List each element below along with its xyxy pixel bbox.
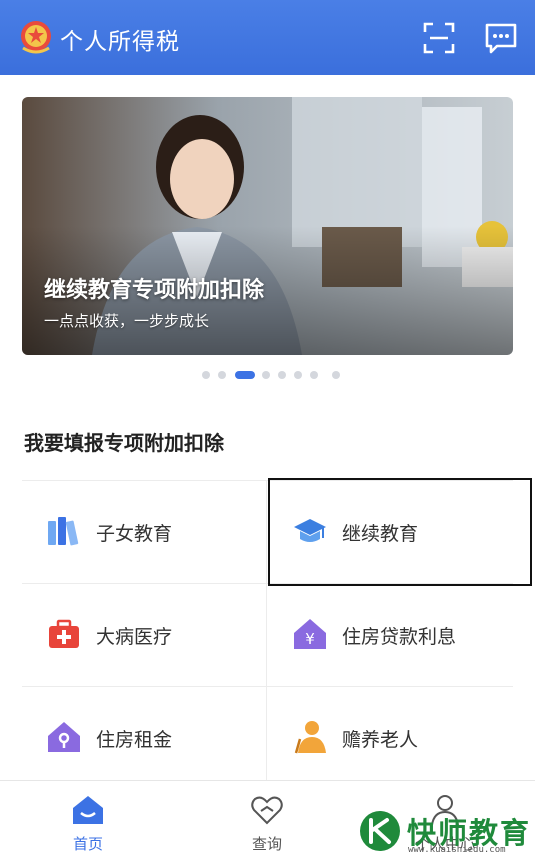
carousel-dot[interactable] xyxy=(294,371,302,379)
watermark-logo-icon xyxy=(360,811,400,851)
carousel-dot[interactable] xyxy=(278,371,286,379)
house-yen-icon: ¥ xyxy=(294,619,326,649)
item-label: 子女教育 xyxy=(96,523,173,545)
section-title: 我要填报专项附加扣除 xyxy=(24,431,224,455)
app-header: 个人所得税 xyxy=(0,0,535,75)
tab-query[interactable]: 查询 xyxy=(222,789,312,853)
tax-emblem-icon xyxy=(21,21,51,54)
house-key-icon xyxy=(48,722,80,752)
carousel-dot[interactable] xyxy=(218,371,226,379)
carousel-dot[interactable] xyxy=(262,371,270,379)
books-icon xyxy=(48,517,79,546)
deduction-item-housing-loan-interest[interactable]: ¥ 住房贷款利息 xyxy=(268,584,512,685)
home-icon xyxy=(73,796,103,824)
banner-subtitle: 一点点收获，一步步成长 xyxy=(44,312,210,330)
item-label: 大病医疗 xyxy=(96,626,173,648)
selection-highlight-box xyxy=(268,478,532,586)
carousel-dot[interactable] xyxy=(332,371,340,379)
tab-label: 查询 xyxy=(251,835,282,853)
tab-label: 首页 xyxy=(72,835,103,853)
banner-title: 继续教育专项附加扣除 xyxy=(44,278,265,303)
deduction-item-housing-rent[interactable]: 住房租金 xyxy=(22,687,266,788)
tab-home[interactable]: 首页 xyxy=(43,789,133,853)
medical-kit-icon xyxy=(49,619,79,648)
carousel-indicator[interactable] xyxy=(0,371,535,381)
message-icon[interactable] xyxy=(483,20,519,56)
watermark-url: www.kuaishiedu.com xyxy=(408,845,506,855)
heart-search-icon xyxy=(251,796,283,825)
carousel-dot[interactable] xyxy=(202,371,210,379)
item-label: 住房租金 xyxy=(96,729,173,751)
deduction-item-children-education[interactable]: 子女教育 xyxy=(22,481,266,582)
item-label: 赡养老人 xyxy=(342,729,419,751)
promo-banner[interactable]: 继续教育专项附加扣除 一点点收获，一步步成长 xyxy=(22,97,513,355)
deduction-item-serious-illness[interactable]: 大病医疗 xyxy=(22,584,266,685)
elderly-icon xyxy=(294,721,326,754)
app-title: 个人所得税 xyxy=(60,29,180,55)
divider xyxy=(266,480,267,780)
item-label: 住房贷款利息 xyxy=(342,626,457,648)
deduction-item-elderly-support[interactable]: 赡养老人 xyxy=(268,687,512,788)
svg-text:¥: ¥ xyxy=(305,630,315,648)
carousel-dot-active[interactable] xyxy=(235,371,255,379)
watermark: 快师教育 www.kuaishiedu.com xyxy=(355,808,535,855)
scan-icon[interactable] xyxy=(421,20,457,56)
carousel-dot[interactable] xyxy=(310,371,318,379)
